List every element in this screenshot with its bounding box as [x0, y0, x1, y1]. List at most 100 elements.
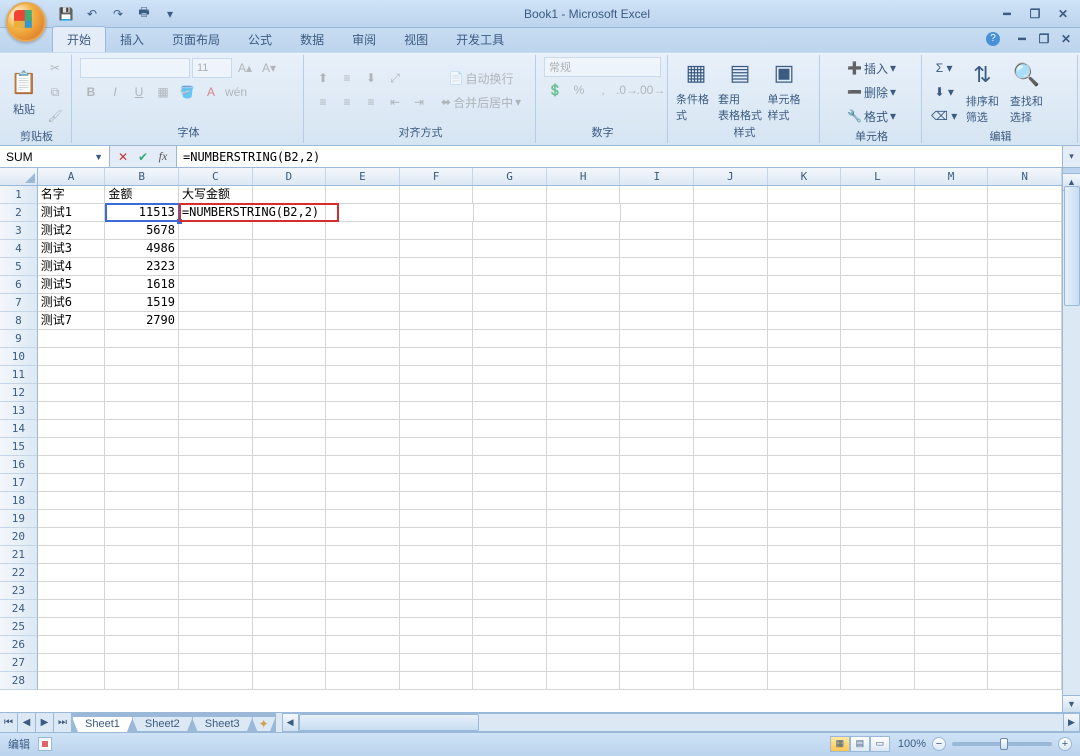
- cell-D23[interactable]: [253, 582, 327, 600]
- cell-F14[interactable]: [400, 420, 474, 438]
- cell-L6[interactable]: [841, 276, 915, 294]
- cell-G22[interactable]: [473, 564, 547, 582]
- cell-E1[interactable]: [326, 186, 400, 204]
- cell-B4[interactable]: 4986: [105, 240, 179, 258]
- cell-N6[interactable]: [988, 276, 1062, 294]
- cell-E22[interactable]: [326, 564, 400, 582]
- cell-L12[interactable]: [841, 384, 915, 402]
- cell-B24[interactable]: [105, 600, 179, 618]
- col-header-G[interactable]: G: [473, 168, 547, 185]
- cell-D26[interactable]: [253, 636, 327, 654]
- increase-font-icon[interactable]: A▴: [234, 57, 256, 79]
- cell-G25[interactable]: [473, 618, 547, 636]
- expand-formula-bar-icon[interactable]: ▾: [1062, 146, 1080, 167]
- cell-K16[interactable]: [768, 456, 842, 474]
- conditional-format-button[interactable]: ▦条件格式: [676, 57, 716, 123]
- cell-B26[interactable]: [105, 636, 179, 654]
- align-middle-icon[interactable]: ≡: [336, 67, 358, 89]
- cell-I9[interactable]: [620, 330, 694, 348]
- cell-L4[interactable]: [841, 240, 915, 258]
- zoom-out-icon[interactable]: −: [932, 737, 946, 751]
- cell-J2[interactable]: [694, 204, 768, 222]
- next-sheet-icon[interactable]: ▶: [36, 713, 54, 732]
- cell-B1[interactable]: 金额: [105, 186, 179, 204]
- number-format-combo[interactable]: 常规: [544, 57, 661, 77]
- cell-I2[interactable]: [621, 204, 695, 222]
- cell-N3[interactable]: [988, 222, 1062, 240]
- cell-A9[interactable]: [38, 330, 106, 348]
- cell-E17[interactable]: [326, 474, 400, 492]
- formula-input[interactable]: =NUMBERSTRING(B2,2): [177, 146, 1062, 167]
- cell-G18[interactable]: [473, 492, 547, 510]
- insert-cells-button[interactable]: ➕ 插入 ▾: [828, 57, 915, 79]
- cell-J20[interactable]: [694, 528, 768, 546]
- cell-L1[interactable]: [841, 186, 915, 204]
- cell-K5[interactable]: [768, 258, 842, 276]
- font-family-combo[interactable]: [80, 58, 190, 78]
- row-header-21[interactable]: 21: [0, 546, 38, 564]
- enter-formula-icon[interactable]: ✔: [134, 150, 152, 164]
- cell-K18[interactable]: [768, 492, 842, 510]
- cell-N17[interactable]: [988, 474, 1062, 492]
- cell-G16[interactable]: [473, 456, 547, 474]
- col-header-A[interactable]: A: [38, 168, 106, 185]
- cell-M17[interactable]: [915, 474, 989, 492]
- row-header-22[interactable]: 22: [0, 564, 38, 582]
- cell-B6[interactable]: 1618: [105, 276, 179, 294]
- cell-N16[interactable]: [988, 456, 1062, 474]
- zoom-in-icon[interactable]: +: [1058, 737, 1072, 751]
- row-header-10[interactable]: 10: [0, 348, 38, 366]
- cell-B7[interactable]: 1519: [105, 294, 179, 312]
- cell-M8[interactable]: [915, 312, 989, 330]
- cell-G24[interactable]: [473, 600, 547, 618]
- cell-M15[interactable]: [915, 438, 989, 456]
- close-button[interactable]: ✕: [1050, 5, 1076, 23]
- row-header-20[interactable]: 20: [0, 528, 38, 546]
- cell-D8[interactable]: [253, 312, 327, 330]
- scroll-down-icon[interactable]: ▼: [1063, 695, 1080, 712]
- new-sheet-button[interactable]: ✦: [252, 717, 276, 732]
- cell-I8[interactable]: [620, 312, 694, 330]
- cell-M20[interactable]: [915, 528, 989, 546]
- scroll-right-icon[interactable]: ▶: [1063, 713, 1080, 732]
- doc-minimize-button[interactable]: ━: [1014, 32, 1030, 46]
- cell-H22[interactable]: [547, 564, 621, 582]
- cell-H18[interactable]: [547, 492, 621, 510]
- undo-icon[interactable]: ↶: [82, 4, 102, 24]
- cell-M18[interactable]: [915, 492, 989, 510]
- cell-M1[interactable]: [915, 186, 989, 204]
- cell-J12[interactable]: [694, 384, 768, 402]
- row-header-8[interactable]: 8: [0, 312, 38, 330]
- fill-icon[interactable]: ⬇ ▾: [930, 81, 958, 103]
- cell-M25[interactable]: [915, 618, 989, 636]
- cell-F23[interactable]: [400, 582, 474, 600]
- cell-E13[interactable]: [326, 402, 400, 420]
- cell-A18[interactable]: [38, 492, 106, 510]
- cell-F13[interactable]: [400, 402, 474, 420]
- cell-E5[interactable]: [326, 258, 400, 276]
- cell-A28[interactable]: [38, 672, 106, 690]
- row-header-24[interactable]: 24: [0, 600, 38, 618]
- cell-M19[interactable]: [915, 510, 989, 528]
- cell-C14[interactable]: [179, 420, 253, 438]
- cell-M28[interactable]: [915, 672, 989, 690]
- cell-J27[interactable]: [694, 654, 768, 672]
- cell-C16[interactable]: [179, 456, 253, 474]
- currency-icon[interactable]: 💲: [544, 79, 566, 101]
- decrease-indent-icon[interactable]: ⇤: [384, 91, 406, 113]
- cell-A1[interactable]: 名字: [38, 186, 106, 204]
- cell-J1[interactable]: [694, 186, 768, 204]
- cell-L10[interactable]: [841, 348, 915, 366]
- cell-H1[interactable]: [547, 186, 621, 204]
- cell-I28[interactable]: [620, 672, 694, 690]
- split-handle[interactable]: [1063, 168, 1080, 174]
- cell-F20[interactable]: [400, 528, 474, 546]
- col-header-F[interactable]: F: [400, 168, 474, 185]
- cell-A3[interactable]: 测试2: [38, 222, 106, 240]
- cell-E24[interactable]: [326, 600, 400, 618]
- cell-H3[interactable]: [547, 222, 621, 240]
- cell-D7[interactable]: [253, 294, 327, 312]
- cell-B22[interactable]: [105, 564, 179, 582]
- cell-C22[interactable]: [179, 564, 253, 582]
- row-header-13[interactable]: 13: [0, 402, 38, 420]
